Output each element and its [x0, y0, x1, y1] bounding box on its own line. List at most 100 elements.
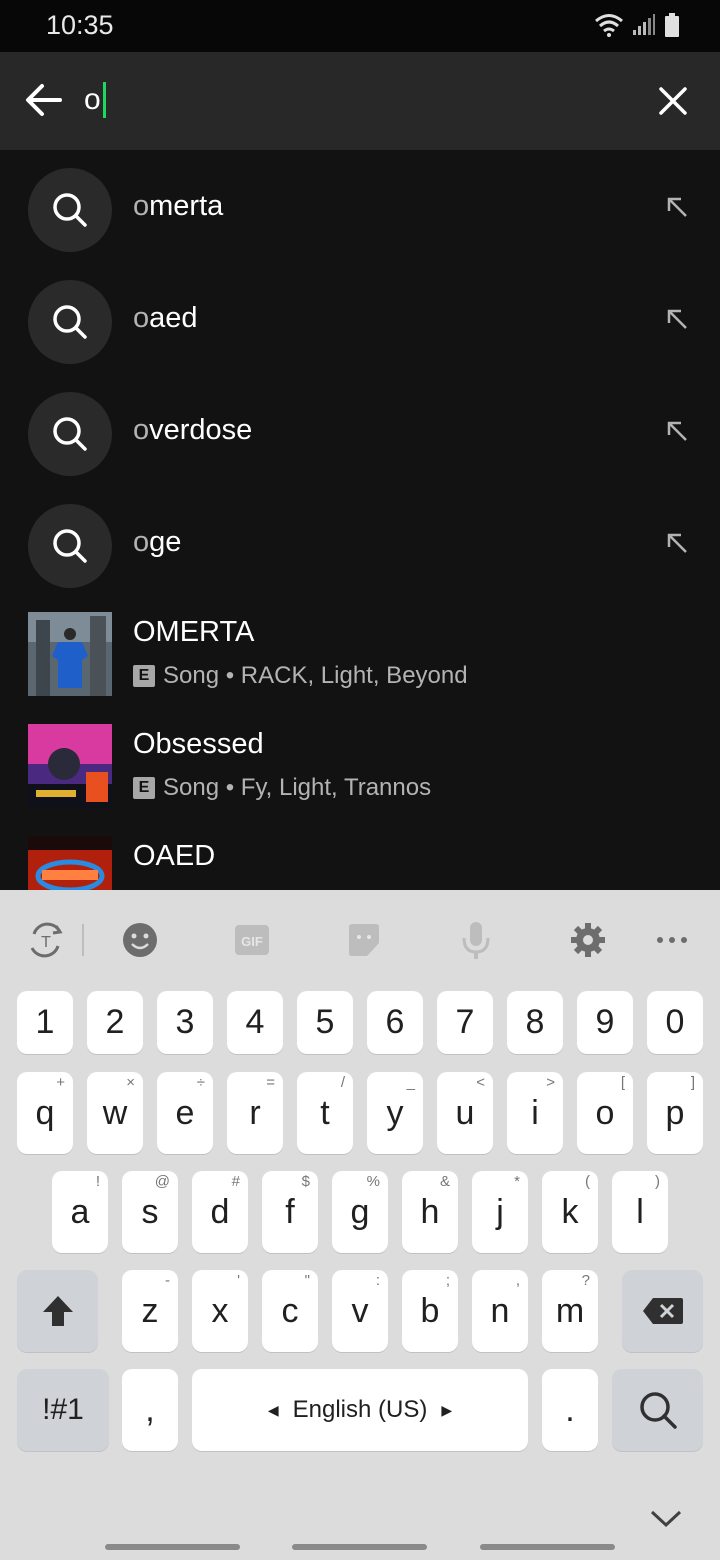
key-l[interactable]: ) l: [612, 1171, 668, 1253]
signal-icon: [633, 14, 655, 35]
song-result[interactable]: OMERTA E Song • RACK, Light, Beyond: [0, 600, 720, 712]
key-r[interactable]: = r: [227, 1072, 283, 1154]
song-title: Obsessed: [133, 728, 264, 760]
close-icon: [659, 87, 687, 115]
key-f[interactable]: $ f: [262, 1171, 318, 1253]
key-5[interactable]: 5: [297, 991, 353, 1054]
translate-icon: T: [30, 922, 63, 958]
key-g[interactable]: % g: [332, 1171, 388, 1253]
song-subtitle: Song • RACK, Light, Beyond: [163, 662, 468, 689]
key-s[interactable]: @ s: [122, 1171, 178, 1253]
explicit-badge: E: [133, 777, 155, 799]
nav-handle-center[interactable]: [292, 1544, 427, 1550]
microphone-icon: [462, 922, 490, 959]
backspace-icon: [642, 1298, 683, 1324]
suggestion-item[interactable]: oaed: [0, 264, 720, 376]
key-u[interactable]: < u: [437, 1072, 493, 1154]
key-z[interactable]: -z: [122, 1270, 178, 1352]
key-i[interactable]: > i: [507, 1072, 563, 1154]
key-w[interactable]: × w: [87, 1072, 143, 1154]
key-j[interactable]: * j: [472, 1171, 528, 1253]
fill-query-arrow-icon[interactable]: [664, 530, 690, 556]
key-t[interactable]: / t: [297, 1072, 353, 1154]
album-art: [28, 724, 112, 808]
sticker-button[interactable]: [342, 918, 386, 962]
key-3[interactable]: 3: [157, 991, 213, 1054]
keyboard-settings-button[interactable]: [566, 918, 610, 962]
key-q[interactable]: + q: [17, 1072, 73, 1154]
voice-input-button[interactable]: [454, 918, 498, 962]
fill-query-arrow-icon[interactable]: [664, 306, 690, 332]
space-key[interactable]: ◀ English (US) ▶: [192, 1369, 528, 1451]
key-4[interactable]: 4: [227, 991, 283, 1054]
backspace-key[interactable]: [622, 1270, 703, 1352]
song-title: OMERTA: [133, 616, 255, 648]
gif-button[interactable]: GIF: [230, 918, 274, 962]
emoji-icon: [123, 923, 157, 957]
suggestion-text: oge: [133, 526, 182, 558]
song-result[interactable]: Obsessed E Song • Fy, Light, Trannos: [0, 712, 720, 824]
suggestion-item[interactable]: oge: [0, 488, 720, 600]
key-h[interactable]: & h: [402, 1171, 458, 1253]
search-icon: [53, 417, 87, 451]
album-art: [28, 836, 112, 890]
search-icon: [53, 193, 87, 227]
shift-key[interactable]: [17, 1270, 98, 1352]
song-subtitle: Song • Fy, Light, Trannos: [163, 774, 432, 801]
chevron-down-icon[interactable]: [648, 1506, 684, 1530]
shift-icon: [42, 1296, 73, 1326]
key-e[interactable]: ÷ e: [157, 1072, 213, 1154]
key-1[interactable]: 1: [17, 991, 73, 1054]
back-arrow-icon: [26, 84, 62, 116]
key-2[interactable]: 2: [87, 991, 143, 1054]
search-results: omerta oaed overdose oge OMERTA E Song •…: [0, 150, 720, 890]
text-translate-button[interactable]: T: [24, 918, 68, 962]
key-b[interactable]: ; b: [402, 1270, 458, 1352]
search-input[interactable]: o: [84, 80, 106, 120]
key-m[interactable]: ? m: [542, 1270, 598, 1352]
suggestion-item[interactable]: overdose: [0, 376, 720, 488]
back-button[interactable]: [20, 76, 68, 124]
svg-text:GIF: GIF: [241, 934, 263, 949]
gif-icon: GIF: [235, 925, 269, 955]
language-right-icon: ▶: [441, 1401, 453, 1418]
key-k[interactable]: (k: [542, 1171, 598, 1253]
song-title: OAED: [133, 840, 216, 872]
search-icon: [639, 1392, 677, 1429]
comma-key[interactable]: ,: [122, 1369, 178, 1451]
suggestion-item[interactable]: omerta: [0, 152, 720, 264]
status-time: 10:35: [46, 10, 114, 40]
key-n[interactable]: ,n: [472, 1270, 528, 1352]
gear-icon: [571, 923, 605, 957]
key-a[interactable]: ! a: [52, 1171, 108, 1253]
fill-query-arrow-icon[interactable]: [664, 194, 690, 220]
fill-query-arrow-icon[interactable]: [664, 418, 690, 444]
key-7[interactable]: 7: [437, 991, 493, 1054]
key-0[interactable]: 0: [647, 991, 703, 1054]
key-8[interactable]: 8: [507, 991, 563, 1054]
key-x[interactable]: ' x: [192, 1270, 248, 1352]
explicit-badge: E: [133, 665, 155, 687]
song-result[interactable]: OAED: [0, 824, 720, 890]
symbols-key[interactable]: !#1: [17, 1369, 109, 1451]
key-y[interactable]: _ y: [367, 1072, 423, 1154]
key-p[interactable]: ] p: [647, 1072, 703, 1154]
more-options-button[interactable]: [650, 918, 694, 962]
search-icon-circle: [28, 168, 112, 252]
key-9[interactable]: 9: [577, 991, 633, 1054]
album-art: [28, 612, 112, 696]
key-d[interactable]: # d: [192, 1171, 248, 1253]
period-key[interactable]: .: [542, 1369, 598, 1451]
key-o[interactable]: [o: [577, 1072, 633, 1154]
clear-button[interactable]: [650, 78, 696, 124]
search-key[interactable]: [612, 1369, 703, 1451]
emoji-button[interactable]: [118, 918, 162, 962]
text-caret: [102, 82, 106, 118]
key-v[interactable]: :v: [332, 1270, 388, 1352]
key-c[interactable]: " c: [262, 1270, 318, 1352]
nav-handle-left: [105, 1544, 240, 1550]
battery-icon: [665, 13, 679, 37]
key-6[interactable]: 6: [367, 991, 423, 1054]
keyboard-toolbar: T GIF: [0, 890, 720, 990]
language-left-icon: ◀: [267, 1401, 279, 1418]
